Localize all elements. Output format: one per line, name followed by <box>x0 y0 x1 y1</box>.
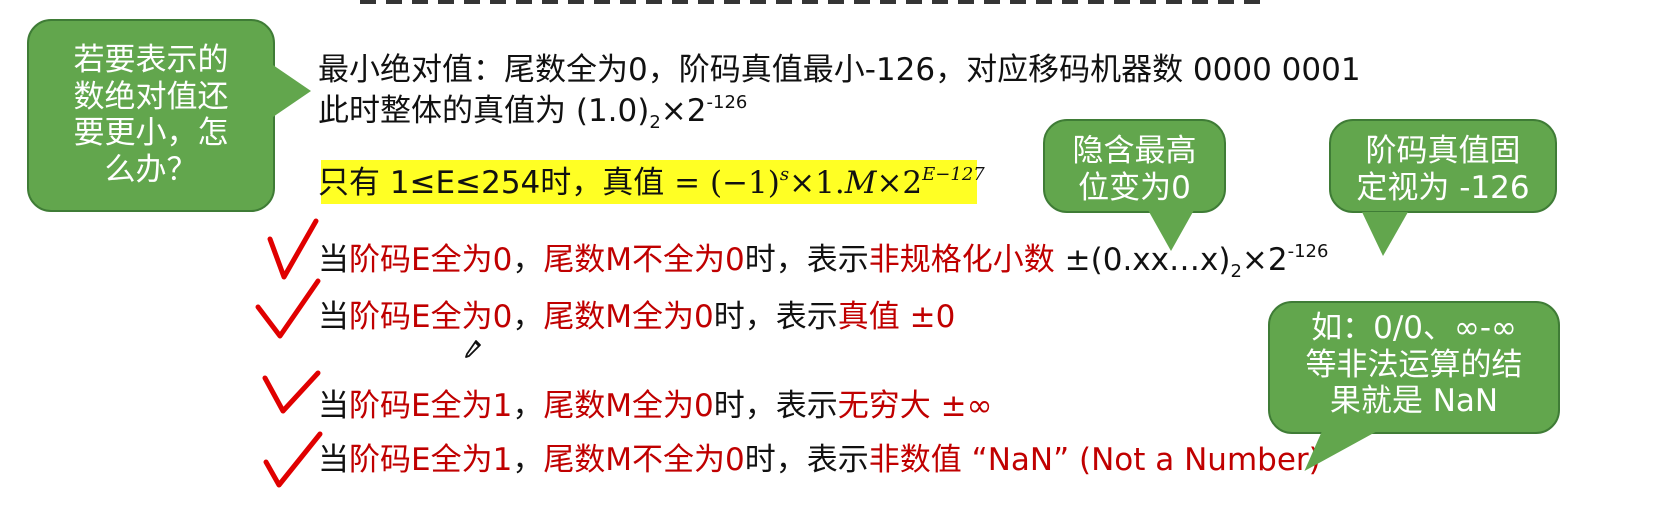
exponent-condition: 阶码E全为0 <box>349 299 513 335</box>
formula-significand-part: ×1. <box>789 165 845 201</box>
mantissa-condition: 尾数M不全为0 <box>543 442 745 478</box>
pencil-icon <box>465 340 481 358</box>
denormalized-value-prefix: ±(0.xx…x) <box>1054 242 1231 278</box>
mantissa-condition: 尾数M全为0 <box>543 299 714 335</box>
check-icon <box>255 278 321 339</box>
formula-sign-exponent: s <box>779 164 790 185</box>
minimum-absolute-value-line: 最小绝对值：尾数全为0，阶码真值最小-126，对应移码机器数 0000 0001 <box>318 52 1361 88</box>
line-separator: ， <box>512 299 544 335</box>
line-prefix: 当 <box>318 442 349 478</box>
zero-label: 真值 <box>837 299 900 335</box>
line-separator: ， <box>512 242 544 278</box>
normalized-condition-text: 只有 1≤E≤254时，真值 <box>318 165 665 201</box>
question-callout: 若要表示的 数绝对值还 要更小，怎 么办？ <box>27 19 311 212</box>
mantissa-condition: 尾数M不全为0 <box>543 242 745 278</box>
infinity-line: 当阶码E全为1，尾数M全为0时，表示无穷大 ±∞ <box>318 391 992 422</box>
exponent-condition: 阶码E全为1 <box>349 442 513 478</box>
check-icon <box>267 218 319 280</box>
line-meaning-prefix: 时，表示 <box>713 299 838 335</box>
partially-hidden-title <box>360 0 1260 4</box>
formula-sign-part: = (−1) <box>664 165 780 201</box>
exponent-condition: 阶码E全为0 <box>349 242 513 278</box>
denormalized-value-multiplier: ×2 <box>1241 242 1288 278</box>
denormalized-label: 非规格化小数 <box>868 242 1055 278</box>
check-icon <box>263 431 323 488</box>
hidden-bit-callout: 隐含最高 位变为0 <box>1043 119 1226 251</box>
true-value-line: 此时整体的真值为 (1.0)2×2-126 <box>318 94 747 132</box>
line-prefix: 当 <box>318 388 349 424</box>
handwritten-check-marks <box>255 218 323 488</box>
line-prefix: 当 <box>318 242 349 278</box>
exponent-condition: 阶码E全为1 <box>349 388 513 424</box>
formula-power-part: ×2 <box>876 165 923 201</box>
zero-value-line: 当阶码E全为0，尾数M全为0时，表示真值 ±0 <box>318 302 955 333</box>
formula-biased-exponent: E−127 <box>922 164 985 185</box>
zero-value: ±0 <box>899 299 956 335</box>
line-separator: ， <box>512 388 544 424</box>
true-value-exponent: -126 <box>706 92 748 113</box>
infinity-value: ±∞ <box>930 388 993 424</box>
denormalized-value-exponent: -126 <box>1287 241 1329 262</box>
formula-mantissa-symbol: M <box>844 165 877 201</box>
infinity-label: 无穷大 <box>837 388 931 424</box>
line-meaning-prefix: 时，表示 <box>744 242 869 278</box>
denormalized-value-subscript: 2 <box>1230 261 1242 282</box>
true-value-base-subscript: 2 <box>649 112 661 133</box>
normalized-condition-formula: 只有 1≤E≤254时，真值 = (−1)s×1.M×2E−127 <box>318 166 985 199</box>
mantissa-condition: 尾数M全为0 <box>543 388 714 424</box>
line-meaning-prefix: 时，表示 <box>713 388 838 424</box>
line-meaning-prefix: 时，表示 <box>744 442 869 478</box>
true-value-multiplier: ×2 <box>660 93 707 129</box>
nan-line: 当阶码E全为1，尾数M不全为0时，表示非数值 “NaN” (Not a Numb… <box>318 445 1321 476</box>
check-icon <box>262 370 321 414</box>
nan-label: 非数值 “NaN” (Not a Number) <box>868 442 1321 478</box>
line-separator: ， <box>512 442 544 478</box>
line-prefix: 当 <box>318 299 349 335</box>
true-value-prefix: 此时整体的真值为 (1.0) <box>318 93 650 129</box>
nan-example-callout: 如：0/0、∞-∞ 等非法运算的结 果就是 NaN <box>1268 301 1560 434</box>
exponent-callout: 阶码真值固 定视为 -126 <box>1329 119 1557 256</box>
slide-canvas: 若要表示的 数绝对值还 要更小，怎 么办？ 隐含最高 位变为0 阶码真值固 定视… <box>0 0 1663 531</box>
